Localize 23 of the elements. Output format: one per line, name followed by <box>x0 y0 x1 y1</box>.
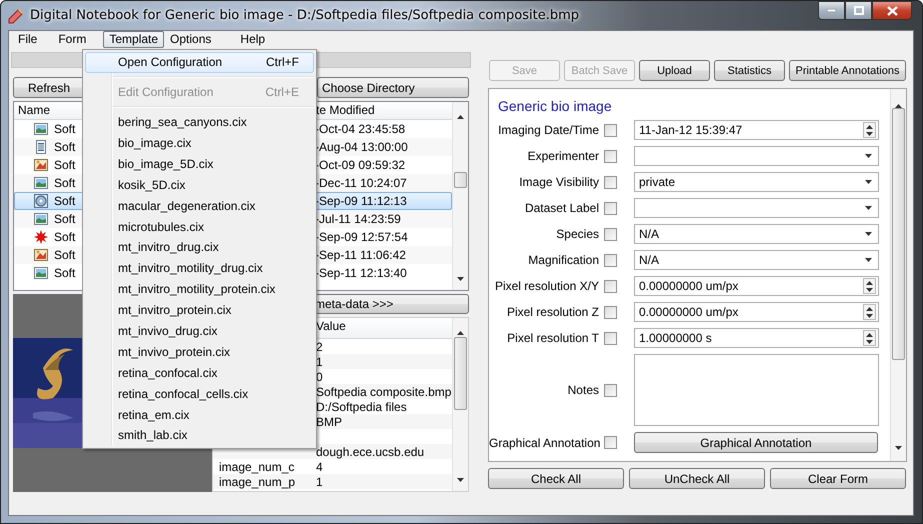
table-cell: 4 <box>316 460 323 474</box>
table-cell: Softpedia composite.bmp <box>316 384 452 398</box>
field-label: Graphical Annotation <box>489 436 599 450</box>
table-cell: dough.ece.ucsb.edu <box>316 444 424 458</box>
window-title: Digital Notebook for Generic bio image - D:/Softpedia files/Softpedia composite.bmp <box>30 8 580 23</box>
field-label: Imaging Date/Time <box>497 123 599 137</box>
field-label: Notes <box>566 383 599 397</box>
field-label: Pixel resolution X/Y <box>494 279 599 293</box>
table-cell: 1 <box>316 474 323 488</box>
field-label: Image Visibility <box>518 175 599 189</box>
table-cell-text: image_num_p <box>218 474 296 488</box>
field-label: Species <box>555 227 599 241</box>
field-label: Pixel resolution T <box>506 331 599 345</box>
field-label: Dataset Label <box>524 201 599 215</box>
field-label: Experimenter <box>526 149 599 163</box>
table-cell: 1 <box>316 354 323 368</box>
field-label: Pixel resolution Z <box>506 305 599 319</box>
table-cell: BMP <box>316 414 342 428</box>
table-cell-text: image_num_c <box>218 460 296 474</box>
table-cell: D:/Softpedia files <box>316 400 407 414</box>
field-label: Magnification <box>527 253 599 267</box>
form-title: Generic bio image <box>498 97 613 115</box>
table-cell: 2 <box>316 340 323 354</box>
